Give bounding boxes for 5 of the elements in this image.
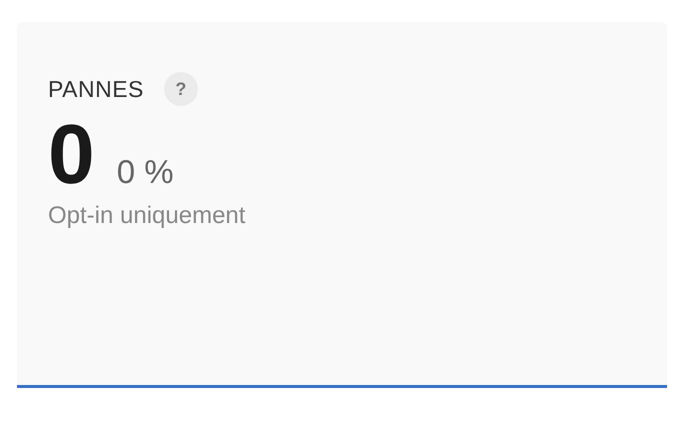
- stat-value: 0: [48, 112, 95, 196]
- stat-percent: 0 %: [116, 155, 174, 188]
- stat-note: Opt-in uniquement: [48, 202, 246, 230]
- help-button[interactable]: ?: [164, 72, 198, 106]
- card-title: PANNES: [48, 76, 144, 102]
